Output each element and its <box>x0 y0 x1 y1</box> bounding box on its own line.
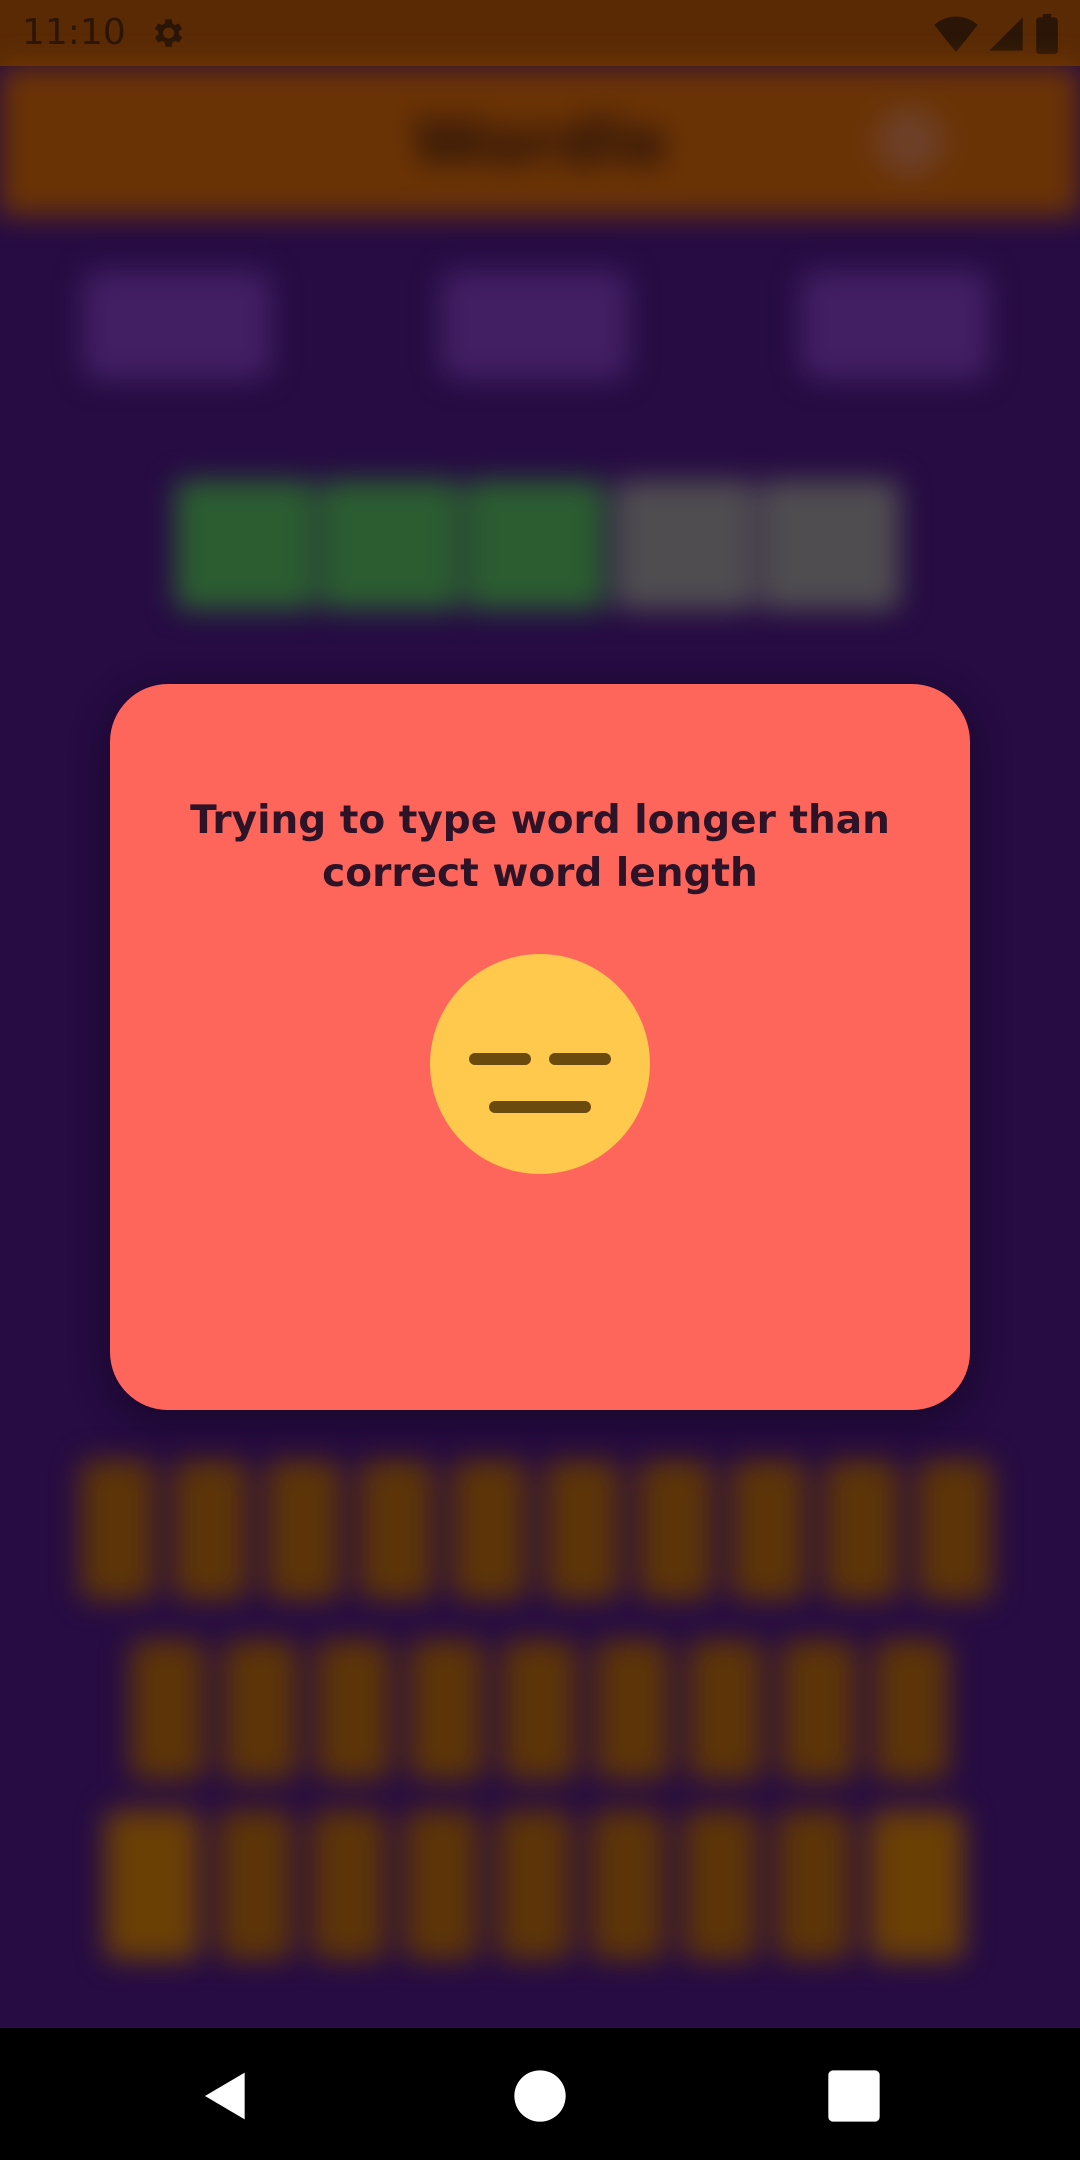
navigation-bar <box>0 2028 1080 2160</box>
status-icons <box>934 14 1060 54</box>
wifi-icon <box>934 16 978 53</box>
battery-icon <box>1036 14 1058 54</box>
error-dialog: Trying to type word longer than correct … <box>110 684 970 1410</box>
dialog-message: Trying to type word longer than correct … <box>190 798 890 896</box>
status-bar: 11:10 <box>0 0 1080 66</box>
recents-icon[interactable] <box>826 2068 882 2124</box>
back-icon[interactable] <box>198 2068 254 2124</box>
settings-gear-icon <box>154 19 183 47</box>
home-icon[interactable] <box>512 2068 568 2124</box>
signal-icon <box>989 17 1023 51</box>
neutral-face-icon <box>430 954 650 1174</box>
status-time: 11:10 <box>22 12 126 53</box>
